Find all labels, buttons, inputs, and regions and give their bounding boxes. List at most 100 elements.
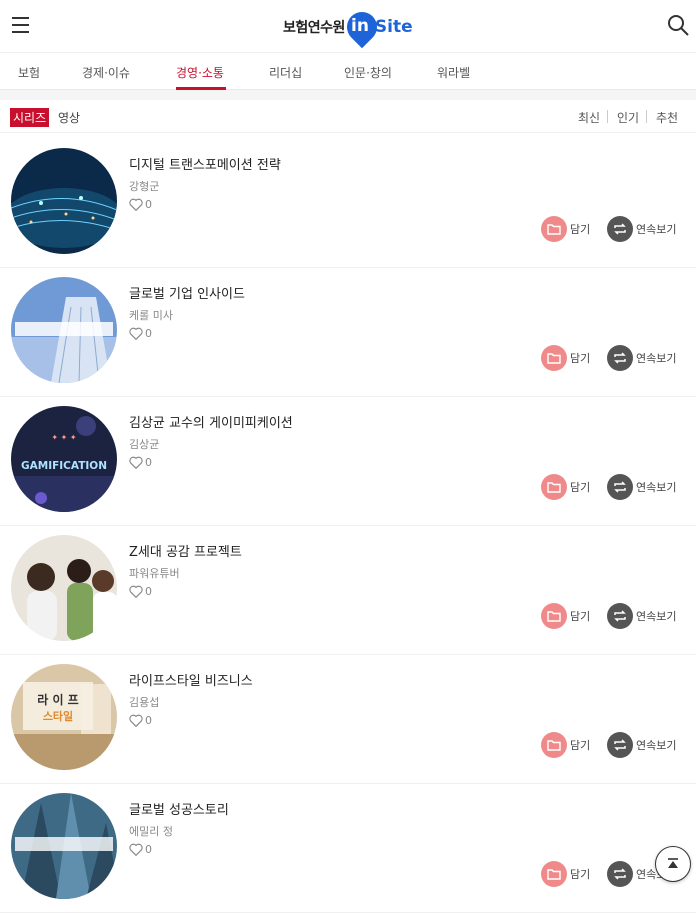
category-tabs: 보험 경제·이슈 경영·소통 리더십 인문·창의 워라벨 bbox=[0, 53, 696, 90]
continuous-play-button[interactable]: 연속보기 bbox=[607, 732, 676, 758]
tab-insurance[interactable]: 보험 bbox=[18, 64, 40, 81]
folder-icon bbox=[541, 474, 567, 500]
series-filter-button[interactable]: 시리즈 bbox=[10, 108, 50, 127]
like-button[interactable]: 0 bbox=[129, 714, 152, 727]
thumbnail-digital[interactable] bbox=[11, 148, 117, 254]
thumbnail-gen-z[interactable] bbox=[11, 535, 117, 641]
thumbnail-gamification[interactable]: GAMIFICATION ✦ ✦ ✦ bbox=[11, 406, 117, 512]
logo-in-text: in bbox=[351, 16, 369, 36]
item-title[interactable]: 글로벌 기업 인사이드 bbox=[129, 283, 245, 302]
list-item[interactable]: 디지털 트랜스포메이션 전략 강형군 0 담기 연속보기 bbox=[0, 138, 696, 268]
heart-icon bbox=[129, 843, 143, 856]
continuous-play-button[interactable]: 연속보기 bbox=[607, 474, 676, 500]
section-gap bbox=[0, 90, 696, 100]
continuous-label: 연속보기 bbox=[636, 610, 677, 623]
continuous-play-button[interactable]: 연속보기 bbox=[607, 603, 676, 629]
continuous-label: 연속보기 bbox=[636, 352, 677, 365]
item-author: 강형군 bbox=[129, 180, 160, 193]
like-count: 0 bbox=[145, 714, 152, 727]
hamburger-menu-icon[interactable] bbox=[12, 17, 29, 33]
item-author: 파워유튜버 bbox=[129, 567, 180, 580]
sort-divider bbox=[607, 110, 608, 123]
search-icon[interactable] bbox=[667, 14, 689, 36]
scroll-top-icon bbox=[668, 858, 678, 868]
logo[interactable]: 보험연수원 Site bbox=[283, 5, 413, 49]
list-item[interactable]: Z세대 공감 프로젝트 파워유튜버 0 담기 연속보기 bbox=[0, 525, 696, 655]
heart-icon bbox=[129, 456, 143, 469]
like-button[interactable]: 0 bbox=[129, 843, 152, 856]
like-button[interactable]: 0 bbox=[129, 327, 152, 340]
svg-text:라 이 프: 라 이 프 bbox=[37, 692, 78, 707]
continuous-play-button[interactable]: 연속보기 bbox=[607, 345, 676, 371]
like-count: 0 bbox=[145, 456, 152, 469]
save-button[interactable]: 담기 bbox=[541, 861, 590, 887]
sort-divider bbox=[646, 110, 647, 123]
save-button[interactable]: 담기 bbox=[541, 603, 590, 629]
item-title[interactable]: 디지털 트랜스포메이션 전략 bbox=[129, 154, 281, 173]
continuous-play-button[interactable]: 연속보기 bbox=[607, 216, 676, 242]
video-filter-button[interactable]: 영상 bbox=[58, 109, 80, 126]
save-button[interactable]: 담기 bbox=[541, 216, 590, 242]
item-title[interactable]: 김상균 교수의 게이미피케이션 bbox=[129, 412, 293, 431]
tab-leadership[interactable]: 리더십 bbox=[269, 64, 302, 81]
save-label: 담기 bbox=[570, 739, 591, 752]
tab-work-life-balance[interactable]: 워라벨 bbox=[437, 64, 470, 81]
item-title[interactable]: 라이프스타일 비즈니스 bbox=[129, 670, 253, 689]
list-item[interactable]: 라 이 프 스타일 라이프스타일 비즈니스 김용섭 0 담기 연속보기 bbox=[0, 654, 696, 784]
list-item[interactable]: 글로벌 성공스토리 에밀리 정 0 담기 연속보기 bbox=[0, 783, 696, 913]
folder-icon bbox=[541, 861, 567, 887]
item-author: 케롤 미사 bbox=[129, 309, 173, 322]
continuous-label: 연속보기 bbox=[636, 481, 677, 494]
folder-icon bbox=[541, 345, 567, 371]
repeat-icon bbox=[607, 732, 633, 758]
like-count: 0 bbox=[145, 843, 152, 856]
like-button[interactable]: 0 bbox=[129, 456, 152, 469]
tab-management-communication[interactable]: 경영·소통 bbox=[176, 64, 224, 81]
like-button[interactable]: 0 bbox=[129, 585, 152, 598]
thumbnail-global-success[interactable] bbox=[11, 793, 117, 899]
heart-icon bbox=[129, 198, 143, 211]
like-count: 0 bbox=[145, 585, 152, 598]
folder-icon bbox=[541, 732, 567, 758]
save-label: 담기 bbox=[570, 223, 591, 236]
save-label: 담기 bbox=[570, 868, 591, 881]
thumbnail-label: GAMIFICATION bbox=[21, 460, 107, 472]
folder-icon bbox=[541, 216, 567, 242]
item-title[interactable]: Z세대 공감 프로젝트 bbox=[129, 541, 242, 560]
thumbnail-global-company[interactable] bbox=[11, 277, 117, 383]
repeat-icon bbox=[607, 861, 633, 887]
like-button[interactable]: 0 bbox=[129, 198, 152, 211]
list-item[interactable]: 글로벌 기업 인사이드 케롤 미사 0 담기 연속보기 bbox=[0, 267, 696, 397]
heart-icon bbox=[129, 714, 143, 727]
save-button[interactable]: 담기 bbox=[541, 474, 590, 500]
continuous-label: 연속보기 bbox=[636, 223, 677, 236]
sort-popular[interactable]: 인기 bbox=[617, 109, 639, 126]
logo-site-text: Site bbox=[374, 17, 413, 37]
folder-icon bbox=[541, 603, 567, 629]
tab-economy-issue[interactable]: 경제·이슈 bbox=[82, 64, 130, 81]
heart-icon bbox=[129, 327, 143, 340]
item-author: 김상균 bbox=[129, 438, 160, 451]
logo-text: 보험연수원 bbox=[283, 20, 345, 36]
repeat-icon bbox=[607, 474, 633, 500]
sort-latest[interactable]: 최신 bbox=[578, 109, 600, 126]
svg-text:✦ ✦ ✦: ✦ ✦ ✦ bbox=[51, 433, 76, 442]
item-author: 김용섭 bbox=[129, 696, 160, 709]
save-button[interactable]: 담기 bbox=[541, 732, 590, 758]
save-button[interactable]: 담기 bbox=[541, 345, 590, 371]
like-count: 0 bbox=[145, 198, 152, 211]
svg-text:스타일: 스타일 bbox=[43, 709, 73, 723]
thumbnail-lifestyle[interactable]: 라 이 프 스타일 bbox=[11, 664, 117, 770]
app-header: 보험연수원 Site in bbox=[0, 0, 696, 53]
continuous-label: 연속보기 bbox=[636, 739, 677, 752]
scroll-top-button[interactable] bbox=[655, 846, 691, 882]
repeat-icon bbox=[607, 603, 633, 629]
save-label: 담기 bbox=[570, 610, 591, 623]
item-author: 에밀리 정 bbox=[129, 825, 173, 838]
sort-recommended[interactable]: 추천 bbox=[656, 109, 678, 126]
filter-bar: 시리즈 영상 최신 인기 추천 bbox=[0, 100, 696, 133]
heart-icon bbox=[129, 585, 143, 598]
item-title[interactable]: 글로벌 성공스토리 bbox=[129, 799, 229, 818]
list-item[interactable]: GAMIFICATION ✦ ✦ ✦ 김상균 교수의 게이미피케이션 김상균 0… bbox=[0, 396, 696, 526]
tab-humanities-creativity[interactable]: 인문·창의 bbox=[344, 64, 392, 81]
